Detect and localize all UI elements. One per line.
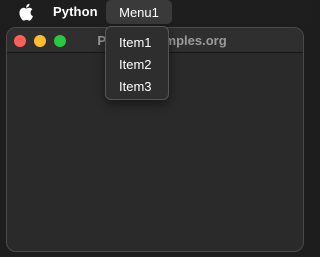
menu1-button[interactable]: Menu1 [106,0,172,24]
menu1-dropdown: Item1 Item2 Item3 [105,26,169,100]
menu-bar: Python Menu1 [0,0,313,24]
menu-item-3[interactable]: Item3 [119,79,152,94]
menu-item-2[interactable]: Item2 [119,57,152,72]
menu-item-1[interactable]: Item1 [119,35,152,50]
apple-icon[interactable] [18,3,34,21]
app-name-menu[interactable]: Python [53,4,98,19]
